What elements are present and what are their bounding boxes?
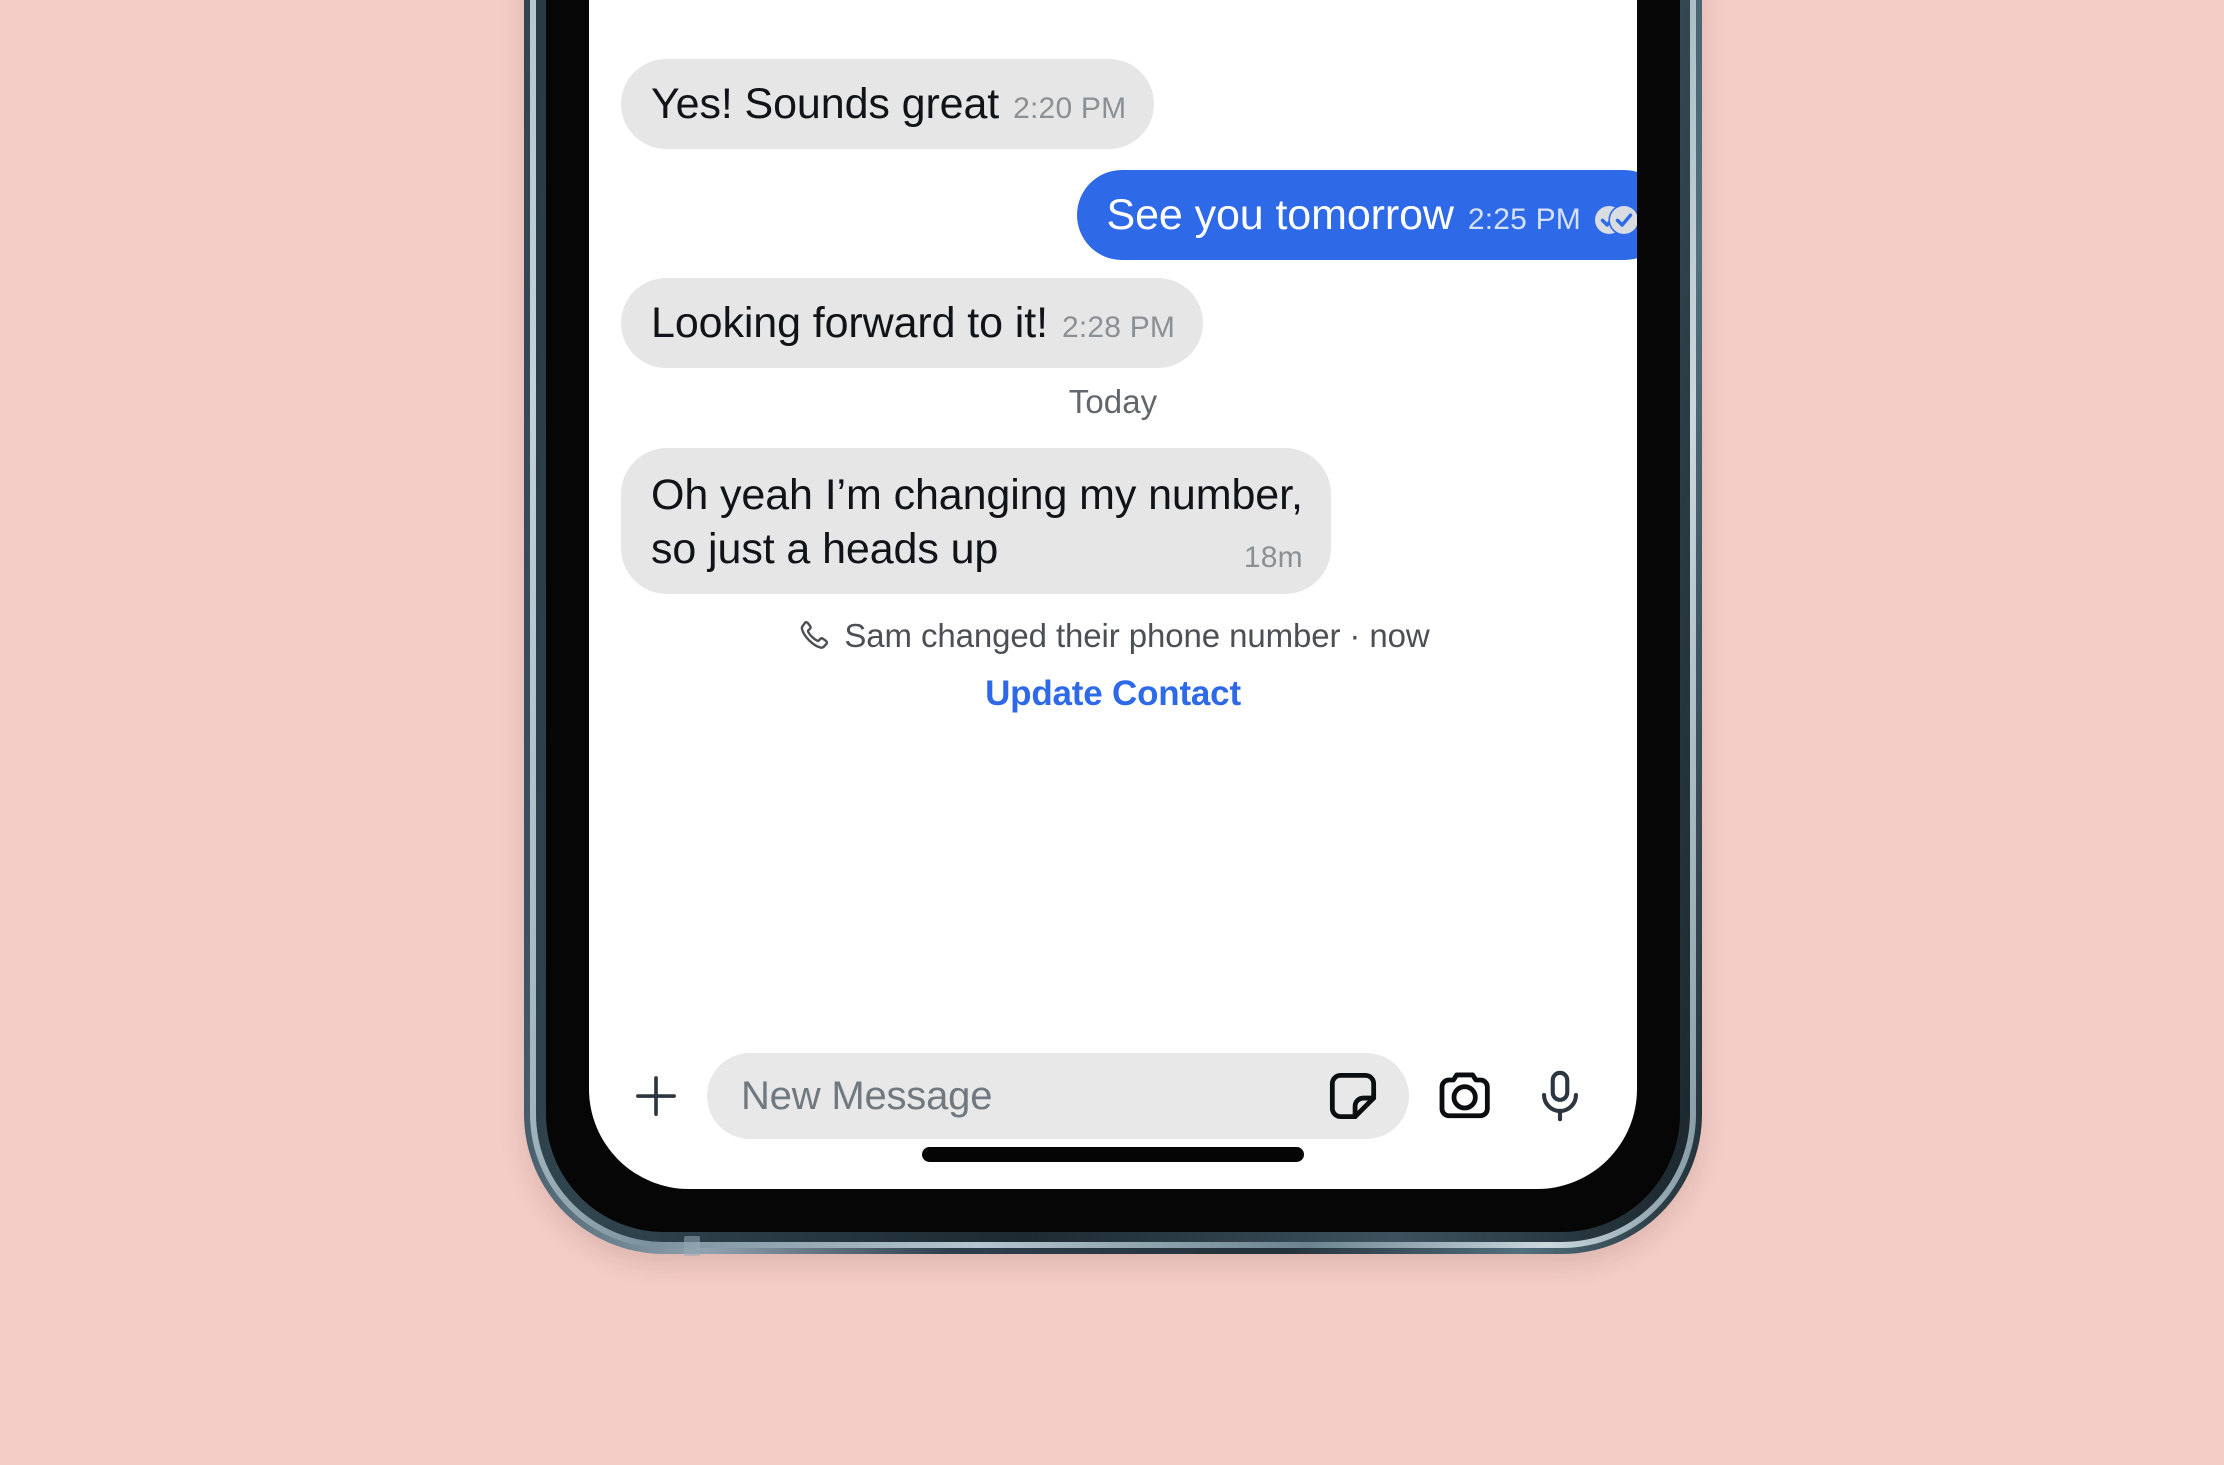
canvas: Yes! Sounds great 2:20 PM See you tomorro…: [0, 0, 2224, 1465]
phone-device: Yes! Sounds great 2:20 PM See you tomorro…: [524, 0, 1702, 1256]
message-text: Yes! Sounds great: [651, 80, 1000, 128]
system-notice-line: Sam changed their phone number · now: [796, 617, 1430, 655]
update-contact-link[interactable]: Update Contact: [621, 674, 1605, 714]
message-row: Oh yeah I’m changing my number, so just …: [621, 448, 1637, 595]
message-timestamp: 2:25 PM: [1467, 203, 1581, 236]
camera-icon[interactable]: [1423, 1053, 1509, 1139]
double-check-read-icon: [1593, 203, 1637, 237]
message-text: Looking forward to it!: [651, 299, 1048, 347]
message-text-line-2: so just a heads up: [651, 525, 999, 574]
message-input-pill[interactable]: [707, 1053, 1409, 1139]
message-row: See you tomorrow 2:25 PM: [621, 170, 1637, 261]
message-meta: 2:25 PM: [1468, 203, 1637, 237]
conversation-thread[interactable]: Yes! Sounds great 2:20 PM See you tomorro…: [589, 0, 1637, 1189]
phone-bezel: Yes! Sounds great 2:20 PM See you tomorro…: [546, 0, 1680, 1232]
message-text: See you tomorrow: [1106, 191, 1454, 239]
system-notice-text: Sam changed their phone number · now: [844, 617, 1430, 654]
message-bubble-outgoing[interactable]: See you tomorrow 2:25 PM: [1076, 170, 1637, 261]
message-timestamp: 18m: [1243, 540, 1303, 574]
message-bubble-incoming[interactable]: Looking forward to it! 2:28 PM: [621, 278, 1204, 369]
message-text-line-1: Oh yeah I’m changing my number,: [651, 471, 1303, 519]
message-row: Looking forward to it! 2:28 PM: [621, 278, 1637, 369]
message-timestamp: 2:20 PM: [1013, 92, 1127, 125]
microphone-icon[interactable]: [1517, 1053, 1603, 1139]
message-input[interactable]: [741, 1073, 1317, 1119]
message-bubble-incoming[interactable]: Oh yeah I’m changing my number, so just …: [621, 448, 1331, 595]
sticker-icon[interactable]: [1317, 1060, 1389, 1132]
plus-icon[interactable]: [611, 1051, 701, 1141]
message-timestamp: 2:28 PM: [1061, 311, 1176, 344]
phone-handset-icon: [796, 619, 830, 653]
date-divider: Today: [1068, 383, 1158, 420]
message-text-line-2-row: so just a heads up 18m: [651, 522, 1303, 576]
message-meta: 2:20 PM: [1013, 92, 1126, 126]
message-row: Yes! Sounds great 2:20 PM: [621, 59, 1637, 150]
home-indicator: [922, 1147, 1304, 1162]
antenna-seam: [684, 1236, 700, 1256]
message-meta: 2:28 PM: [1062, 311, 1175, 345]
message-bubble-incoming[interactable]: Yes! Sounds great 2:20 PM: [621, 59, 1155, 150]
system-notice: Sam changed their phone number · now Upd…: [621, 617, 1605, 714]
phone-screen: Yes! Sounds great 2:20 PM See you tomorro…: [589, 0, 1637, 1189]
